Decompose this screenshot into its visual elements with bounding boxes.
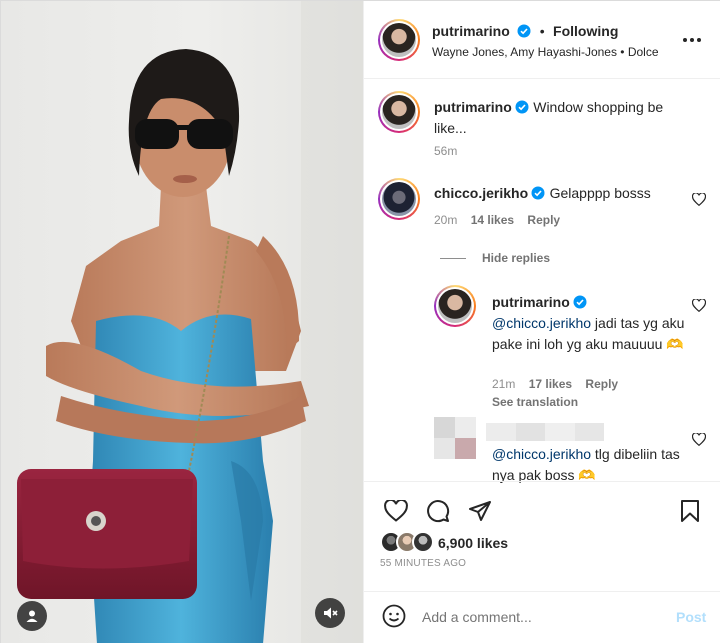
like-comment-icon[interactable] bbox=[692, 433, 706, 446]
like-comment-icon[interactable] bbox=[692, 193, 706, 206]
pixelated-avatar[interactable] bbox=[434, 417, 476, 459]
hide-replies-label: Hide replies bbox=[482, 251, 551, 265]
comment-input[interactable] bbox=[422, 604, 652, 630]
like-icon[interactable] bbox=[384, 500, 408, 522]
post-dialog: putrimarino • Following Wayne Jones, Amy… bbox=[0, 0, 720, 643]
reply-mention[interactable]: @chicco.jerikho bbox=[492, 446, 591, 462]
liked-by-avatars[interactable] bbox=[380, 531, 436, 555]
comment-likes[interactable]: 14 likes bbox=[471, 213, 514, 227]
likes-count[interactable]: 6,900 likes bbox=[438, 535, 508, 551]
verified-badge-icon bbox=[515, 100, 529, 114]
comment-avatar[interactable] bbox=[378, 178, 420, 220]
add-comment-bar: Post bbox=[364, 591, 720, 643]
author-avatar[interactable] bbox=[378, 19, 420, 61]
post-photo bbox=[17, 1, 363, 643]
verified-badge-icon bbox=[517, 24, 531, 38]
tagged-users-button[interactable] bbox=[17, 601, 47, 631]
reply-likes[interactable]: 17 likes bbox=[529, 377, 572, 391]
reply-username[interactable]: putrimarino bbox=[492, 294, 570, 310]
comments-panel: putrimarino • Following Wayne Jones, Amy… bbox=[363, 1, 720, 643]
verified-badge-icon bbox=[531, 186, 545, 200]
reply-time[interactable]: 21m bbox=[492, 377, 515, 391]
reply-reply-button[interactable]: Reply bbox=[585, 377, 618, 391]
author-username[interactable]: putrimarino bbox=[432, 23, 510, 39]
muted-speaker-icon bbox=[324, 607, 338, 619]
caption-avatar[interactable] bbox=[378, 91, 420, 133]
verified-badge-icon bbox=[573, 295, 587, 309]
following-button[interactable]: Following bbox=[553, 23, 618, 39]
post-actions: 6,900 likes 55 MINUTES AGO bbox=[364, 481, 720, 581]
caption-username[interactable]: putrimarino bbox=[434, 99, 512, 115]
comment-reply-button[interactable]: Reply bbox=[527, 213, 560, 227]
comment-icon[interactable] bbox=[426, 499, 450, 523]
reply-avatar[interactable] bbox=[434, 285, 476, 327]
emoji-icon[interactable] bbox=[382, 604, 406, 628]
post-header: putrimarino • Following Wayne Jones, Amy… bbox=[364, 1, 720, 79]
mute-button[interactable] bbox=[315, 598, 345, 628]
pixelated-username[interactable] bbox=[486, 423, 604, 441]
hide-replies-toggle[interactable]: Hide replies bbox=[440, 251, 550, 265]
post-comment-button[interactable]: Post bbox=[676, 609, 706, 625]
more-options-icon[interactable] bbox=[682, 36, 702, 44]
post-timestamp[interactable]: 55 MINUTES AGO bbox=[380, 558, 466, 569]
collaborators-line[interactable]: Wayne Jones, Amy Hayashi-Jones • Dolce bbox=[432, 45, 659, 59]
caption-time[interactable]: 56m bbox=[434, 144, 457, 158]
post-media[interactable] bbox=[1, 1, 363, 643]
comment-time[interactable]: 20m bbox=[434, 213, 457, 227]
comment-username[interactable]: chicco.jerikho bbox=[434, 185, 528, 201]
header-separator: • bbox=[539, 23, 545, 39]
share-icon[interactable] bbox=[468, 499, 492, 523]
see-translation-link[interactable]: See translation bbox=[492, 395, 578, 409]
like-comment-icon[interactable] bbox=[692, 299, 706, 312]
reply-mention[interactable]: @chicco.jerikho bbox=[492, 315, 591, 331]
replies-divider bbox=[440, 257, 466, 259]
save-icon[interactable] bbox=[680, 499, 700, 523]
comment-text: Gelapppp bosss bbox=[549, 185, 651, 201]
user-icon bbox=[26, 610, 38, 622]
